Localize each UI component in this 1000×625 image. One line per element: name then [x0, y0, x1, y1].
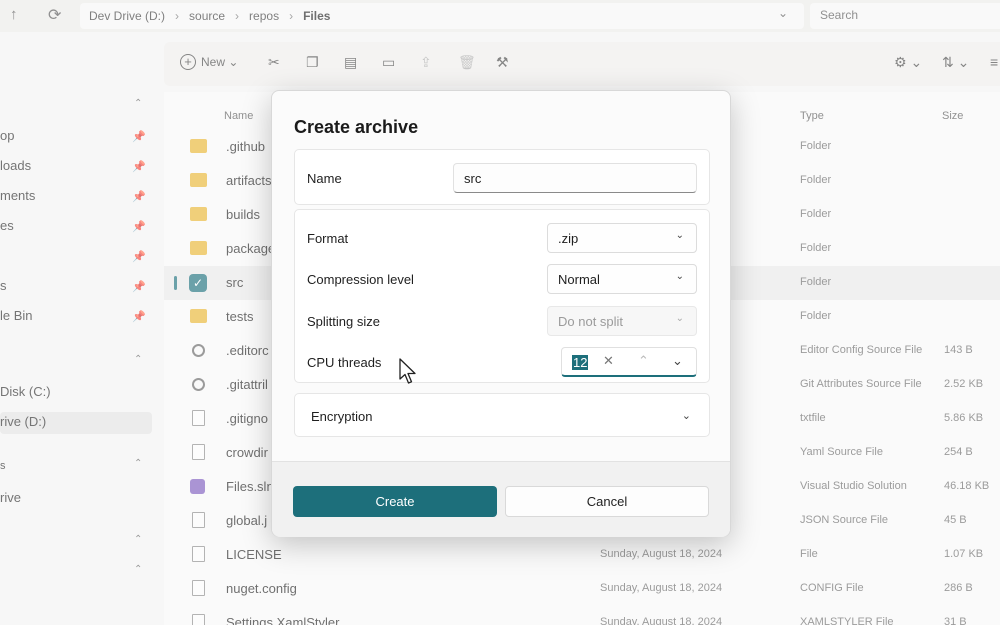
dialog-title: Create archive	[294, 117, 419, 137]
splitting-dropdown[interactable]: Do not split ⌄	[547, 306, 697, 336]
format-label: Format	[307, 231, 349, 246]
clear-icon[interactable]: ✕	[603, 353, 614, 369]
cpu-threads-numberbox[interactable]: 12 ✕ ⌃ ⌄	[561, 347, 697, 377]
splitting-value: Do not split	[558, 314, 624, 329]
format-dropdown[interactable]: .zip ⌄	[547, 223, 697, 253]
cancel-button[interactable]: Cancel	[505, 486, 709, 517]
format-value: .zip	[558, 231, 579, 246]
compression-dropdown[interactable]: Normal ⌄	[547, 264, 697, 294]
options-card: Format .zip ⌄ Compression level Normal ⌄…	[294, 209, 710, 383]
chevron-down-icon: ⌄	[675, 271, 684, 282]
chevron-up-icon[interactable]: ⌃	[638, 353, 649, 369]
dialog-footer: Create Cancel	[272, 461, 730, 537]
cpu-threads-label: CPU threads	[307, 355, 382, 370]
create-archive-dialog: Create archive Name src Format .zip ⌄ Co…	[271, 90, 731, 537]
archive-name-input[interactable]: src	[453, 163, 697, 193]
compression-label: Compression level	[307, 272, 414, 287]
name-card: Name src	[294, 149, 710, 205]
cpu-threads-value[interactable]: 12	[572, 355, 589, 370]
chevron-down-icon: ⌄	[675, 313, 684, 324]
encryption-expander[interactable]: Encryption ⌄	[294, 393, 710, 437]
mouse-cursor-icon	[399, 358, 416, 384]
encryption-label: Encryption	[311, 409, 373, 424]
compression-value: Normal	[558, 272, 600, 287]
splitting-label: Splitting size	[307, 314, 380, 329]
name-label: Name	[307, 171, 342, 186]
chevron-down-icon[interactable]: ⌄	[672, 353, 683, 369]
chevron-down-icon: ⌄	[681, 410, 691, 422]
create-button[interactable]: Create	[293, 486, 497, 517]
chevron-down-icon: ⌄	[675, 230, 684, 241]
